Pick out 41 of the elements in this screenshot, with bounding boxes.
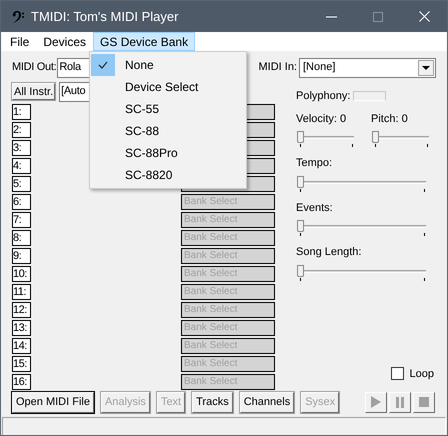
window-title: TMIDI: Tom's MIDI Player [31, 8, 178, 26]
menu-option[interactable]: SC-88 [91, 120, 246, 142]
midi-in-label: MIDI In: [258, 60, 297, 76]
slider-label: Velocity: 0 [296, 112, 348, 126]
menu-item[interactable]: GS Device Bank [93, 32, 196, 51]
channel-number: 9: [12, 248, 31, 264]
midi-in-dropdown[interactable]: [None] [299, 58, 436, 78]
menu-option[interactable]: None [91, 54, 246, 76]
all-instruments-button[interactable]: All Instr. [12, 83, 56, 100]
channel-number: 13: [12, 320, 31, 336]
toolbar-button[interactable]: Channels [240, 392, 294, 412]
channel-number: 12: [12, 302, 31, 318]
channel-number: 7: [12, 212, 31, 228]
channel-number: 10: [12, 266, 31, 282]
channel-number: 15: [12, 356, 31, 372]
menu-option[interactable]: SC-88Pro [91, 142, 246, 164]
toolbar-button[interactable]: Open MIDI File [12, 392, 94, 412]
menu-option[interactable]: Device Select [91, 76, 246, 98]
channel-number: 16: [12, 374, 31, 390]
slider-label: Tempo: [296, 156, 334, 171]
channel-number: 3: [12, 140, 31, 156]
channel-number: 5: [12, 176, 31, 192]
channel-number: 8: [12, 230, 31, 246]
polyphony-label: Polyphony: [296, 89, 350, 104]
menu-item[interactable]: File [3, 32, 36, 51]
midi-out-label: MIDI Out: [12, 60, 56, 76]
channel-number: 6: [12, 194, 31, 210]
menu-option[interactable]: SC-55 [91, 98, 246, 120]
menu-item[interactable]: Devices [36, 32, 94, 51]
slider-label: Pitch: 0 [371, 112, 409, 126]
channel-number: 14: [12, 338, 31, 354]
slider-label: Events: [296, 200, 334, 216]
channel-number: 2: [12, 122, 31, 138]
toolbar-button[interactable]: Tracks [192, 392, 233, 412]
channel-number: 11: [12, 284, 31, 300]
dropdown-value: [None] [303, 60, 336, 76]
loop-label: Loop [410, 366, 434, 382]
slider-label: Song Length: [296, 245, 362, 260]
menu-option[interactable]: SC-8820 [91, 164, 246, 186]
channel-number: 1: [12, 104, 31, 120]
channel-number: 4: [12, 158, 31, 174]
